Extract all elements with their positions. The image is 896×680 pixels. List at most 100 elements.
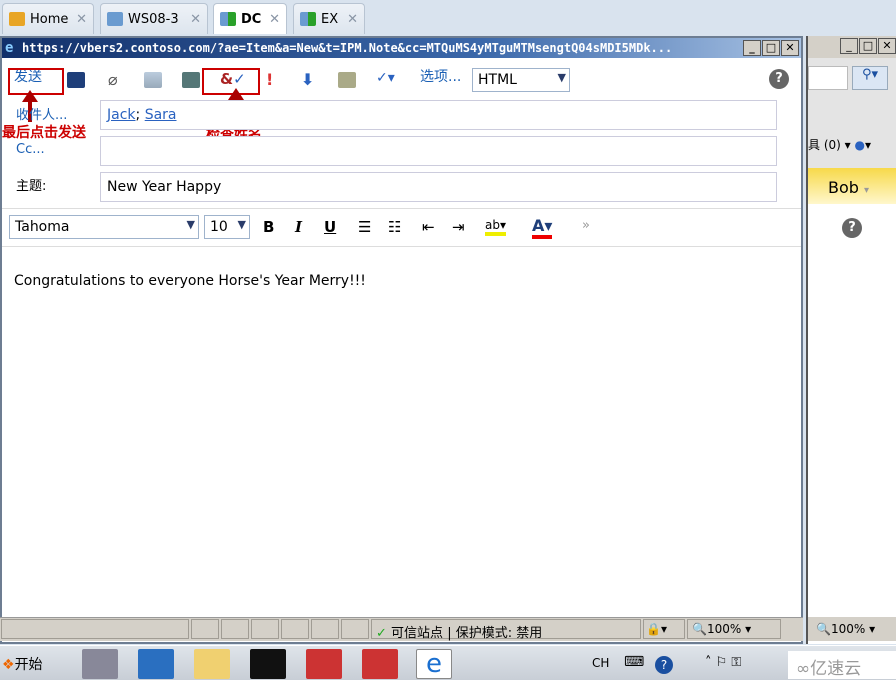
vm-running-icon	[220, 12, 236, 26]
close-button[interactable]: ✕	[781, 40, 799, 56]
signature-icon[interactable]	[338, 72, 356, 88]
windows-logo-icon: ❖	[2, 657, 15, 673]
tray-icons[interactable]: ˄ ⚐ ⚿	[705, 655, 741, 670]
window-url: https://vbers2.contoso.com/?ae=Item&a=Ne…	[22, 41, 673, 55]
tab-label: Home	[30, 11, 69, 27]
toolbox-icon[interactable]	[306, 649, 342, 679]
powershell-icon[interactable]	[138, 649, 174, 679]
zoom-level: 100%	[706, 622, 742, 636]
tools-label: 具 (0)	[808, 138, 841, 152]
bg-zoom[interactable]: 🔍100% ▾	[808, 617, 896, 641]
close-tab-icon[interactable]: ✕	[190, 12, 201, 27]
options-label: 选项...	[420, 69, 462, 85]
font-select[interactable]: Tahoma ▼	[9, 215, 199, 239]
font-size-select[interactable]: 10 ▼	[204, 215, 250, 239]
close-button[interactable]: ✕	[878, 38, 896, 54]
help-icon[interactable]: ?	[769, 69, 789, 89]
tab-label: EX	[321, 11, 339, 27]
zoom-level: 100%	[830, 622, 866, 636]
help-icon[interactable]: ?	[842, 218, 862, 238]
low-importance-icon[interactable]: ⬇	[301, 70, 314, 89]
font-value: Tahoma	[15, 219, 70, 235]
recipient-link[interactable]: Sara	[145, 107, 177, 123]
cmd-icon[interactable]	[250, 649, 286, 679]
decrease-indent-icon[interactable]: ⇤	[422, 218, 435, 236]
security-icon[interactable]: 🔒▾	[643, 619, 685, 639]
help-icon[interactable]: ●	[854, 138, 864, 152]
subject-label: 主题:	[16, 179, 47, 194]
search-input[interactable]	[808, 66, 848, 90]
help-icon[interactable]: ?	[655, 656, 673, 674]
recipient-link[interactable]: Jack	[107, 107, 136, 123]
send-annotation: 最后点击发送	[2, 125, 86, 141]
numbering-icon[interactable]: ☷	[388, 218, 401, 236]
highlight-icon[interactable]: ab▾	[485, 218, 506, 236]
to-button[interactable]: 收件人...	[16, 104, 67, 123]
compose-window: e https://vbers2.contoso.com/?ae=Item&a=…	[0, 36, 803, 644]
cc-button[interactable]: Cc...	[16, 142, 45, 157]
options-button[interactable]: 选项...	[420, 64, 461, 88]
to-field[interactable]: Jack; Sara	[100, 100, 777, 130]
start-label: 开始	[14, 657, 43, 673]
checkmark-icon: ✓	[376, 626, 387, 641]
insert-image-icon[interactable]	[144, 72, 162, 88]
vm-icon	[107, 12, 123, 26]
status-bar: ✓ 可信站点 | 保护模式: 禁用 🔒▾ 🔍100% ▾	[0, 617, 803, 641]
tab-ws08-3[interactable]: WS08-3 ✕	[100, 3, 208, 34]
title-bar: e https://vbers2.contoso.com/?ae=Item&a=…	[2, 38, 801, 58]
font-size-value: 10	[210, 219, 228, 235]
maximize-button[interactable]: □	[762, 40, 780, 56]
user-name: Bob	[828, 178, 859, 197]
keyboard-icon[interactable]: ⌨	[624, 654, 644, 670]
font-color-icon[interactable]: A▾	[532, 216, 553, 239]
close-tab-icon[interactable]: ✕	[347, 12, 358, 27]
italic-button[interactable]: I	[295, 218, 302, 236]
attach-icon[interactable]: ⌀	[108, 70, 118, 89]
bullets-icon[interactable]: ☰	[358, 218, 371, 236]
security-zone: ✓ 可信站点 | 保护模式: 禁用	[371, 619, 641, 641]
format-value: HTML	[478, 72, 517, 88]
watermark-text: 亿速云	[810, 659, 862, 679]
tab-label: WS08-3	[128, 11, 179, 27]
vm-running-icon	[300, 12, 316, 26]
background-window: _ □ ✕ ⚲▾ 具 (0) ▾ ●▾ Bob ▾ ? 🔍100% ▾	[806, 36, 896, 644]
server-manager-icon[interactable]	[82, 649, 118, 679]
cc-field[interactable]	[100, 136, 777, 166]
close-tab-icon[interactable]: ✕	[269, 12, 280, 27]
subject-field[interactable]: New Year Happy	[100, 172, 777, 202]
zone-label: 可信站点	[391, 626, 444, 641]
start-button[interactable]: ❖开始	[2, 654, 43, 674]
protected-mode-label: 保护模式: 禁用	[455, 626, 543, 641]
increase-indent-icon[interactable]: ⇥	[452, 218, 465, 236]
address-book-icon[interactable]	[182, 72, 200, 88]
spell-check-icon[interactable]: ✓▾	[376, 70, 395, 86]
taskbar: ❖开始 e CH ⌨ ? ˄ ⚐ ⚿ ∞亿速云	[0, 645, 896, 680]
ie-icon: e	[5, 40, 14, 56]
bold-button[interactable]: B	[263, 218, 274, 236]
home-icon	[9, 12, 25, 26]
explorer-icon[interactable]	[194, 649, 230, 679]
minimize-button[interactable]: _	[743, 40, 761, 56]
minimize-button[interactable]: _	[840, 38, 858, 54]
search-button[interactable]: ⚲▾	[852, 66, 888, 90]
tab-label: DC	[241, 11, 262, 27]
maximize-button[interactable]: □	[859, 38, 877, 54]
close-tab-icon[interactable]: ✕	[76, 12, 87, 27]
high-importance-icon[interactable]: !	[266, 70, 273, 89]
save-icon[interactable]	[67, 72, 85, 88]
format-select[interactable]: HTML ▼	[472, 68, 570, 92]
ie-taskbar-icon[interactable]: e	[416, 649, 452, 679]
user-menu[interactable]: Bob ▾	[828, 178, 869, 197]
recipient-separator: ;	[135, 107, 141, 123]
tab-ex[interactable]: EX ✕	[293, 3, 365, 34]
toolbox-icon[interactable]	[362, 649, 398, 679]
more-options-icon[interactable]: »	[582, 218, 590, 233]
language-indicator[interactable]: CH	[592, 656, 609, 670]
message-body[interactable]: Congratulations to everyone Horse's Year…	[14, 273, 366, 289]
watermark: ∞亿速云	[788, 651, 896, 679]
zoom-control[interactable]: 🔍100% ▾	[687, 619, 781, 639]
underline-button[interactable]: U	[324, 218, 336, 236]
tools-menu[interactable]: 具 (0) ▾ ●▾	[808, 136, 871, 153]
tab-dc[interactable]: DC ✕	[213, 3, 287, 34]
tab-home[interactable]: Home ✕	[2, 3, 94, 34]
